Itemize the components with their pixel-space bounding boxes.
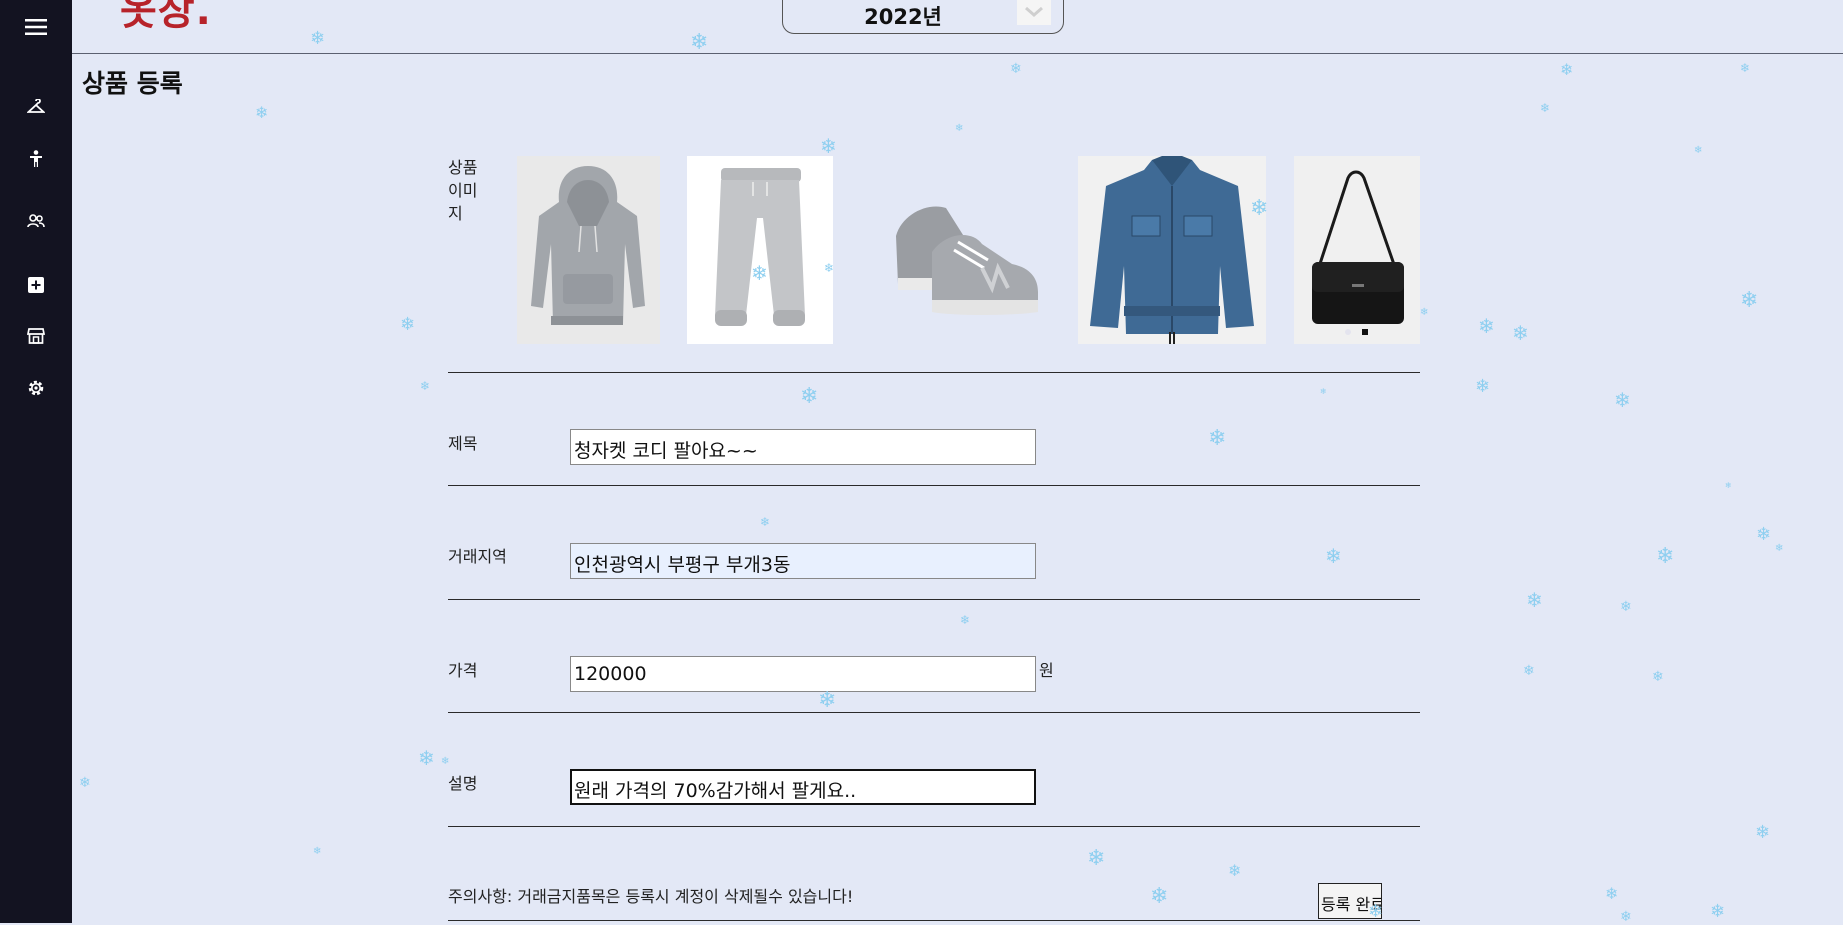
price-input[interactable]: 120000	[570, 656, 1036, 692]
snowflake-icon: ❄	[1560, 60, 1574, 79]
add-icon[interactable]	[0, 269, 72, 301]
snowflake-icon: ❄	[1325, 544, 1342, 568]
snowflake-icon: ❄	[1010, 61, 1022, 77]
price-label: 가격	[448, 661, 478, 680]
title-input[interactable]: 청자켓 코디 팔아요~~	[570, 429, 1036, 465]
submit-button[interactable]: 등록 완료	[1318, 883, 1382, 919]
divider	[448, 920, 1420, 921]
snowflake-icon: ❄	[1320, 387, 1327, 396]
divider	[448, 712, 1420, 713]
snowflake-icon: ❄	[313, 846, 322, 857]
top-bar: 옷장. 2022년	[72, 0, 1843, 54]
snowflake-icon: ❄	[1512, 321, 1529, 345]
store-icon[interactable]	[0, 320, 72, 352]
snowflake-icon: ❄	[1740, 288, 1759, 313]
snowflake-icon: ❄	[441, 756, 450, 767]
snowflake-icon: ❄	[1725, 481, 1732, 490]
snowflake-icon: ❄	[800, 384, 819, 409]
snowflake-icon: ❄	[1755, 822, 1771, 843]
snowflake-icon: ❄	[1614, 388, 1631, 412]
snowflake-icon: ❄	[1420, 307, 1429, 318]
snowflake-icon: ❄	[1150, 884, 1169, 909]
title-label: 제목	[448, 434, 478, 453]
hanger-icon[interactable]	[0, 91, 72, 123]
description-input[interactable]: 원래 가격의 70%감가해서 팔게요..	[570, 769, 1036, 805]
snowflake-icon: ❄	[1740, 61, 1751, 75]
snowflake-icon: ❄	[1605, 884, 1619, 903]
snowflake-icon: ❄	[1526, 588, 1543, 612]
snowflake-icon: ❄	[1775, 543, 1784, 554]
snowflake-icon: ❄	[1620, 599, 1632, 615]
product-image-gray-sneakers[interactable]	[862, 156, 1062, 344]
divider	[448, 599, 1420, 600]
app-logo[interactable]: 옷장.	[120, 0, 212, 36]
snowflake-icon: ❄	[418, 746, 435, 770]
snowflake-icon: ❄	[255, 103, 269, 122]
snowflake-icon: ❄	[1540, 101, 1551, 115]
snowflake-icon: ❄	[1656, 544, 1675, 569]
product-image-gray-hoodie[interactable]	[517, 156, 660, 344]
gear-icon[interactable]	[0, 372, 72, 404]
snowflake-icon: ❄	[1228, 861, 1242, 880]
region-label: 거래지역	[448, 547, 507, 566]
snowflake-icon: ❄	[1652, 669, 1664, 685]
snowflake-icon: ❄	[1478, 314, 1495, 338]
snowflake-icon: ❄	[820, 134, 837, 158]
divider	[448, 372, 1420, 373]
price-unit: 원	[1039, 661, 1054, 680]
product-image-black-messenger-bag[interactable]	[1294, 156, 1420, 344]
snowflake-icon: ❄	[1087, 846, 1106, 871]
chevron-down-icon[interactable]	[1017, 0, 1051, 25]
description-label: 설명	[448, 774, 478, 793]
snowflake-icon: ❄	[79, 775, 91, 791]
menu-icon[interactable]	[0, 11, 72, 43]
snowflake-icon: ❄	[1710, 901, 1726, 922]
product-image-denim-jacket[interactable]	[1078, 156, 1266, 344]
snowflake-icon: ❄	[818, 688, 837, 713]
users-icon[interactable]	[0, 205, 72, 237]
snowflake-icon: ❄	[1475, 376, 1491, 397]
snowflake-icon: ❄	[1756, 524, 1772, 545]
snowflake-icon: ❄	[1523, 663, 1535, 679]
snowflake-icon: ❄	[1694, 145, 1703, 156]
image-label: 상품 이미 지	[448, 158, 478, 223]
snowflake-icon: ❄	[955, 123, 964, 134]
snowflake-icon: ❄	[420, 379, 431, 393]
year-select-value: 2022년	[864, 5, 942, 29]
snowflake-icon: ❄	[400, 314, 416, 335]
snowflake-icon: ❄	[960, 613, 971, 627]
snowflake-icon: ❄	[760, 515, 771, 529]
notice-text: 주의사항: 거래금지품목은 등록시 계정이 삭제될수 있습니다!	[448, 887, 854, 906]
region-input[interactable]: 인천광역시 부평구 부개3동	[570, 543, 1036, 579]
person-icon[interactable]	[0, 143, 72, 175]
page-title: 상품 등록	[82, 69, 183, 98]
sidebar	[0, 0, 72, 923]
year-select[interactable]: 2022년	[782, 0, 1064, 34]
snowflake-icon: ❄	[1208, 426, 1227, 451]
divider	[448, 826, 1420, 827]
divider	[448, 485, 1420, 486]
snowflake-icon: ❄	[1620, 909, 1632, 925]
product-image-gray-sweatpants[interactable]	[687, 156, 833, 344]
